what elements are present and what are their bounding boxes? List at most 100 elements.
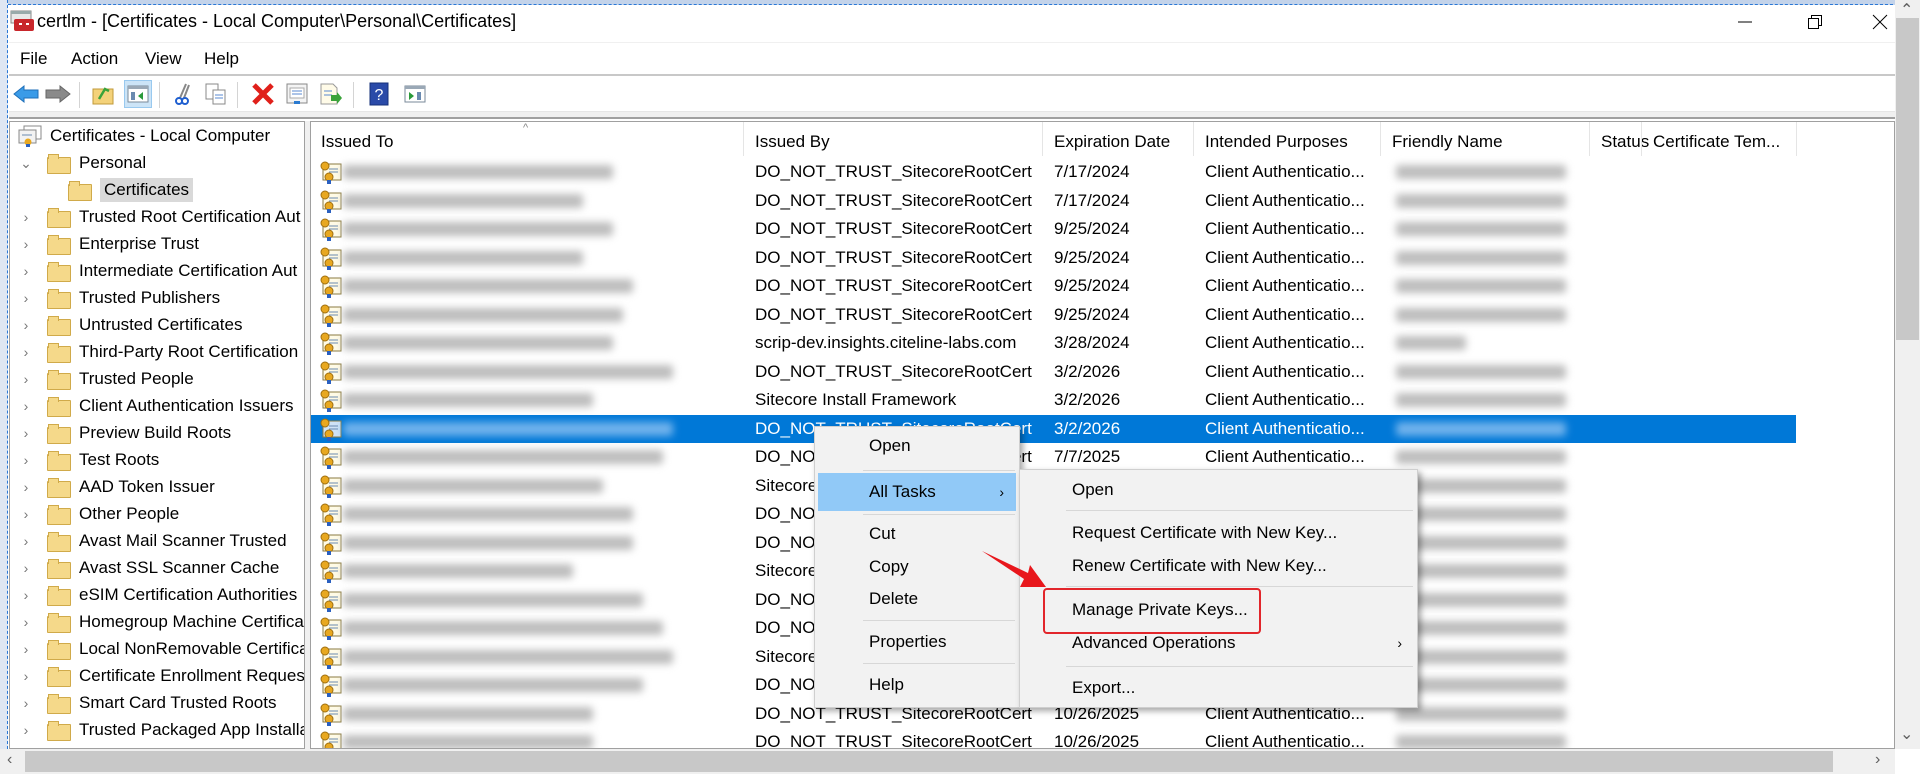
- table-row[interactable]: DO_NOT_TRUST_SitecoreRootCert7/7/2025Cli…: [311, 443, 1796, 471]
- chevron-right-icon[interactable]: ›: [18, 209, 34, 225]
- column-resize-handle[interactable]: [1796, 122, 1797, 156]
- table-row[interactable]: Sitecore Install Framework 3/2/2026 Client…: [311, 386, 1796, 414]
- tree-item[interactable]: › Intermediate Certification Aut: [18, 258, 297, 284]
- tree-item[interactable]: › Smart Card Trusted Roots: [18, 690, 276, 716]
- menu-view[interactable]: View: [145, 49, 182, 69]
- tree-item[interactable]: Certificates: [68, 177, 194, 203]
- help-button[interactable]: ?: [365, 80, 393, 108]
- chevron-right-icon[interactable]: ›: [18, 317, 34, 333]
- menu-help[interactable]: Help: [204, 49, 239, 69]
- column-header[interactable]: Intended Purposes: [1205, 132, 1348, 152]
- column-header[interactable]: Friendly Name: [1392, 132, 1503, 152]
- menu-action[interactable]: Action: [71, 49, 118, 69]
- tree-item[interactable]: › eSIM Certification Authorities: [18, 582, 297, 608]
- table-row[interactable]: DO_NOT_TRUST_SitecoreRootCert 10/26/2025 C…: [311, 728, 1796, 748]
- chevron-right-icon[interactable]: ›: [18, 290, 34, 306]
- tree-item[interactable]: › Avast SSL Scanner Cache: [18, 555, 279, 581]
- tree-root[interactable]: Certificates - Local Computer: [18, 123, 270, 149]
- chevron-right-icon[interactable]: ›: [18, 452, 34, 468]
- tree-item[interactable]: › Enterprise Trust: [18, 231, 199, 257]
- column-resize-handle[interactable]: [1380, 122, 1381, 156]
- column-header[interactable]: Expiration Date: [1054, 132, 1170, 152]
- column-resize-handle[interactable]: [743, 122, 744, 156]
- cut-button[interactable]: [169, 80, 197, 108]
- table-row[interactable]: DO_NOT_TRUST_SitecoreRootCert 9/25/2024 Cl…: [311, 244, 1796, 272]
- scroll-left-arrow-icon[interactable]: ‹: [7, 751, 12, 769]
- table-row[interactable]: DO_NOT_TRUST_SitecoreRootCert 7/17/2024 Cl…: [311, 187, 1796, 215]
- chevron-down-icon[interactable]: ⌄: [18, 155, 34, 172]
- sub-renew-new-key[interactable]: Renew Certificate with New Key...: [1023, 551, 1414, 581]
- chevron-right-icon[interactable]: ›: [18, 587, 34, 603]
- chevron-right-icon[interactable]: ›: [18, 695, 34, 711]
- chevron-right-icon[interactable]: ›: [18, 668, 34, 684]
- scroll-up-arrow-icon[interactable]: ⌃: [1900, 0, 1913, 20]
- ctx-all-tasks[interactable]: All Tasks ›: [818, 473, 1016, 511]
- chevron-right-icon[interactable]: ›: [18, 641, 34, 657]
- table-row[interactable]: DO_NOT_TRUST_SitecoreRootCert3/2/2026Cli…: [311, 358, 1796, 386]
- tree-item[interactable]: › Untrusted Certificates: [18, 312, 242, 338]
- export-list-button[interactable]: [317, 80, 345, 108]
- chevron-right-icon[interactable]: ›: [18, 560, 34, 576]
- table-row[interactable]: DO_NOT_TRUST_SitecoreRootCert 9/25/2024 Cl…: [311, 272, 1796, 300]
- column-resize-handle[interactable]: [1193, 122, 1194, 156]
- tree-item[interactable]: › Trusted Root Certification Aut: [18, 204, 300, 230]
- scroll-right-arrow-icon[interactable]: ›: [1875, 751, 1880, 769]
- column-resize-handle[interactable]: [1042, 122, 1043, 156]
- tree-item[interactable]: › Local NonRemovable Certifica: [18, 636, 304, 662]
- chevron-right-icon[interactable]: ›: [18, 398, 34, 414]
- chevron-right-icon[interactable]: ›: [18, 371, 34, 387]
- sub-open[interactable]: Open: [1023, 475, 1414, 505]
- chevron-right-icon[interactable]: ›: [18, 506, 34, 522]
- tree-item[interactable]: › Trusted Publishers: [18, 285, 220, 311]
- tree-item[interactable]: › Trusted People: [18, 366, 194, 392]
- chevron-right-icon[interactable]: ›: [18, 614, 34, 630]
- table-row[interactable]: DO_NOT_TRUST_SitecoreRootCert 9/25/2024 Cl…: [311, 301, 1796, 329]
- sub-export[interactable]: Export...: [1023, 673, 1414, 703]
- table-row[interactable]: scrip-dev.insights.citeline-labs.com 3/28…: [311, 329, 1796, 357]
- column-header[interactable]: Issued To: [321, 132, 393, 152]
- column-header[interactable]: Issued By: [755, 132, 830, 152]
- tree-item[interactable]: › Test Roots: [18, 447, 159, 473]
- tree-item[interactable]: › Preview Build Roots: [18, 420, 231, 446]
- properties-button[interactable]: [283, 80, 311, 108]
- tree-item[interactable]: › Other People: [18, 501, 179, 527]
- column-resize-handle[interactable]: [1589, 122, 1590, 156]
- tree-item[interactable]: › Third-Party Root Certification: [18, 339, 298, 365]
- tree-item[interactable]: ⌄ Personal: [18, 150, 146, 176]
- delete-button[interactable]: [249, 80, 277, 108]
- vertical-scroll-thumb[interactable]: [1896, 18, 1919, 340]
- chevron-right-icon[interactable]: ›: [18, 236, 34, 252]
- chevron-right-icon[interactable]: ›: [18, 263, 34, 279]
- tree-item[interactable]: › Client Authentication Issuers: [18, 393, 294, 419]
- chevron-right-icon[interactable]: ›: [18, 722, 34, 738]
- table-row[interactable]: DO_NOT_TRUST_SitecoreRootCert 7/17/2024 Cl…: [311, 158, 1796, 186]
- tree-item[interactable]: › Homegroup Machine Certifica: [18, 609, 304, 635]
- chevron-right-icon[interactable]: ›: [18, 533, 34, 549]
- tree-item[interactable]: › Avast Mail Scanner Trusted: [18, 528, 287, 554]
- column-resize-handle[interactable]: [1641, 122, 1642, 156]
- minimize-button[interactable]: [1720, 8, 1770, 36]
- show-hide-console-tree-button[interactable]: [124, 80, 152, 108]
- tree-item[interactable]: › Certificate Enrollment Reques: [18, 663, 304, 689]
- close-button[interactable]: [1865, 8, 1895, 36]
- column-header[interactable]: Certificate Tem...: [1653, 132, 1780, 152]
- show-hide-action-pane-button[interactable]: [401, 80, 429, 108]
- tree-item[interactable]: › AAD Token Issuer: [18, 474, 215, 500]
- table-row[interactable]: DO_NOT_TRUST_SitecoreRootCert3/2/2026Cli…: [311, 414, 1796, 443]
- up-one-level-button[interactable]: [89, 80, 117, 108]
- table-row[interactable]: DO_NOT_TRUST_SitecoreRootCert 9/25/2024 Cl…: [311, 215, 1796, 243]
- ctx-properties[interactable]: Properties: [818, 627, 1016, 657]
- scroll-down-arrow-icon[interactable]: ⌄: [1900, 724, 1913, 744]
- chevron-right-icon[interactable]: ›: [18, 425, 34, 441]
- back-button[interactable]: [12, 80, 40, 108]
- ctx-open[interactable]: Open: [818, 431, 1016, 461]
- tree-item[interactable]: › Trusted Packaged App Installa: [18, 717, 304, 743]
- ctx-help[interactable]: Help: [818, 670, 1016, 700]
- copy-button[interactable]: [202, 80, 230, 108]
- forward-button[interactable]: [44, 80, 72, 108]
- restore-button[interactable]: [1790, 8, 1840, 36]
- sub-request-new-key[interactable]: Request Certificate with New Key...: [1023, 518, 1414, 548]
- chevron-right-icon[interactable]: ›: [18, 344, 34, 360]
- horizontal-scroll-thumb[interactable]: [25, 751, 1833, 772]
- menu-file[interactable]: File: [20, 49, 47, 69]
